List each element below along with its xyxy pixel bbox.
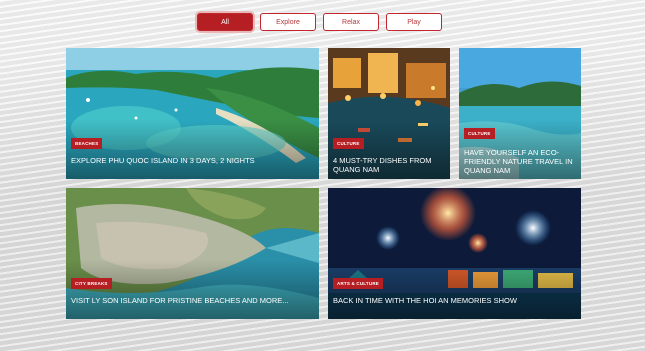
- article-card-quang-nam-dishes[interactable]: CULTURE 4 MUST-TRY DISHES FROM QUANG NAM: [328, 48, 450, 179]
- filter-all-button[interactable]: All: [197, 13, 253, 31]
- article-title[interactable]: EXPLORE PHU QUOC ISLAND IN 3 DAYS, 2 NIG…: [71, 156, 313, 165]
- article-card-eco-travel[interactable]: CULTURE HAVE YOURSELF AN ECO-FRIENDLY NA…: [459, 48, 581, 179]
- category-tag[interactable]: CULTURE: [333, 138, 364, 149]
- article-title[interactable]: HAVE YOURSELF AN ECO-FRIENDLY NATURE TRA…: [464, 148, 575, 175]
- category-tag[interactable]: CITY BREAKS: [71, 278, 112, 289]
- article-card-phu-quoc[interactable]: BEACHES EXPLORE PHU QUOC ISLAND IN 3 DAY…: [66, 48, 319, 179]
- article-title[interactable]: 4 MUST-TRY DISHES FROM QUANG NAM: [333, 156, 444, 174]
- article-card-hoi-an-memories[interactable]: ARTS & CULTURE BACK IN TIME WITH THE HOI…: [328, 188, 581, 319]
- category-tag[interactable]: CULTURE: [464, 128, 495, 139]
- article-title[interactable]: VISIT LY SON ISLAND FOR PRISTINE BEACHES…: [71, 296, 313, 305]
- filter-play-button[interactable]: Play: [386, 13, 442, 31]
- article-title[interactable]: BACK IN TIME WITH THE HOI AN MEMORIES SH…: [333, 296, 575, 305]
- category-tag[interactable]: ARTS & CULTURE: [333, 278, 383, 289]
- filter-relax-button[interactable]: Relax: [323, 13, 379, 31]
- article-card-ly-son[interactable]: CITY BREAKS VISIT LY SON ISLAND FOR PRIS…: [66, 188, 319, 319]
- filter-explore-button[interactable]: Explore: [260, 13, 316, 31]
- filter-tabs: All Explore Relax Play: [197, 13, 442, 31]
- category-tag[interactable]: BEACHES: [71, 138, 103, 149]
